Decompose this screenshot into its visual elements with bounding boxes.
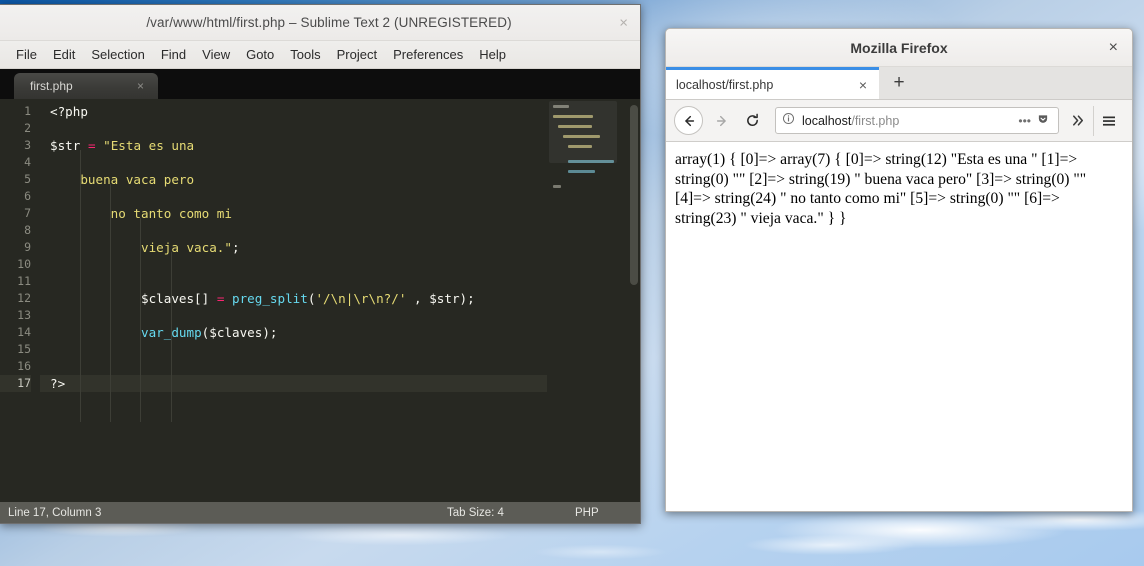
firefox-window-title: Mozilla Firefox xyxy=(850,39,948,56)
back-button[interactable] xyxy=(674,106,703,135)
browser-tab-label: localhost/first.php xyxy=(676,77,774,92)
url-text: localhost/first.php xyxy=(802,114,1015,128)
browser-viewport[interactable]: array(1) { [0]=> array(7) { [0]=> string… xyxy=(666,142,1132,511)
code-line-17: ?> xyxy=(40,375,547,392)
sublime-titlebar: /var/www/html/first.php – Sublime Text 2… xyxy=(0,5,640,41)
pocket-save-icon[interactable] xyxy=(1034,113,1052,128)
firefox-titlebar: Mozilla Firefox × xyxy=(666,29,1132,67)
editor-minimap[interactable] xyxy=(547,99,627,502)
forward-button[interactable] xyxy=(707,106,737,136)
reload-button[interactable] xyxy=(737,106,767,136)
sublime-statusbar: Line 17, Column 3 Tab Size: 4 PHP xyxy=(0,502,640,523)
editor-scrollbar[interactable] xyxy=(627,99,640,502)
menu-item-project[interactable]: Project xyxy=(329,45,385,64)
firefox-navigation-toolbar: localhost/first.php ••• xyxy=(666,100,1132,142)
menu-item-goto[interactable]: Goto xyxy=(238,45,282,64)
scrollbar-thumb[interactable] xyxy=(630,105,638,285)
code-line-12: $claves[] = preg_split('/\n|\r\n?/' , $s… xyxy=(50,291,475,306)
line-number: 1 xyxy=(24,104,31,118)
line-number: 4 xyxy=(24,155,31,169)
var-dump-output: array(1) { [0]=> array(7) { [0]=> string… xyxy=(675,151,1087,227)
code-line-3: $str = "Esta es una xyxy=(50,138,195,153)
tab-size-status[interactable]: Tab Size: 4 xyxy=(447,507,504,519)
line-number-gutter: 1 2 3 4 5 6 7 8 9 10 11 12 13 14 15 16 1… xyxy=(0,99,40,502)
line-number-active: 17 xyxy=(0,375,31,392)
line-number: 6 xyxy=(24,189,31,203)
menu-item-find[interactable]: Find xyxy=(153,45,194,64)
firefox-window: Mozilla Firefox × localhost/first.php × … xyxy=(665,28,1133,512)
line-number: 8 xyxy=(24,223,31,237)
new-tab-button[interactable]: + xyxy=(879,67,919,99)
editor-body: 1 2 3 4 5 6 7 8 9 10 11 12 13 14 15 16 1… xyxy=(0,99,640,502)
code-line-14: var_dump($claves); xyxy=(141,325,278,340)
close-icon[interactable]: × xyxy=(847,77,879,93)
menu-item-preferences[interactable]: Preferences xyxy=(385,45,471,64)
url-path: /first.php xyxy=(851,113,900,128)
line-number: 9 xyxy=(24,240,31,254)
line-number: 12 xyxy=(17,291,31,305)
site-info-icon[interactable] xyxy=(782,112,795,130)
close-icon[interactable]: × xyxy=(1109,39,1118,56)
menu-item-selection[interactable]: Selection xyxy=(83,45,152,64)
sublime-window-title: /var/www/html/first.php – Sublime Text 2… xyxy=(146,15,512,30)
code-line-7: no tanto como mi xyxy=(50,206,232,221)
url-host: localhost xyxy=(802,113,852,128)
overflow-menu-button[interactable] xyxy=(1063,106,1093,136)
menu-item-view[interactable]: View xyxy=(194,45,238,64)
editor-tab-first-php[interactable]: first.php × xyxy=(14,73,158,99)
line-number: 5 xyxy=(24,172,31,186)
line-number: 14 xyxy=(17,325,31,339)
sublime-text-window: /var/www/html/first.php – Sublime Text 2… xyxy=(0,4,641,524)
close-icon[interactable]: × xyxy=(129,79,158,93)
menu-item-edit[interactable]: Edit xyxy=(45,45,83,64)
hamburger-menu-button[interactable] xyxy=(1093,105,1124,136)
code-line-5: buena vaca pero xyxy=(50,172,195,187)
menu-item-help[interactable]: Help xyxy=(471,45,514,64)
language-status[interactable]: PHP xyxy=(575,507,599,519)
line-number: 16 xyxy=(17,359,31,373)
line-number: 11 xyxy=(17,274,31,288)
firefox-tabstrip: localhost/first.php × + xyxy=(666,67,1132,100)
code-area[interactable]: <?php $str = "Esta es una buena vaca per… xyxy=(40,99,547,502)
code-line-1: <?php xyxy=(50,104,88,119)
close-icon[interactable]: × xyxy=(619,15,628,30)
cursor-position-status: Line 17, Column 3 xyxy=(8,506,102,519)
sublime-menubar: File Edit Selection Find View Goto Tools… xyxy=(0,41,640,69)
code-line-9: vieja vaca."; xyxy=(50,240,240,255)
line-number: 10 xyxy=(17,257,31,271)
line-number: 2 xyxy=(24,121,31,135)
page-actions-icon[interactable]: ••• xyxy=(1015,114,1034,128)
url-bar[interactable]: localhost/first.php ••• xyxy=(775,107,1059,134)
menu-item-tools[interactable]: Tools xyxy=(282,45,328,64)
browser-tab-localhost[interactable]: localhost/first.php × xyxy=(666,67,879,99)
minimap-viewport[interactable] xyxy=(549,101,617,163)
editor-tab-label: first.php xyxy=(30,79,73,93)
sublime-tabstrip: first.php × xyxy=(0,69,640,99)
line-number: 13 xyxy=(17,308,31,322)
line-number: 15 xyxy=(17,342,31,356)
desktop-wallpaper: /var/www/html/first.php – Sublime Text 2… xyxy=(0,0,1144,566)
line-number: 3 xyxy=(24,138,31,152)
line-number: 7 xyxy=(24,206,31,220)
menu-item-file[interactable]: File xyxy=(8,45,45,64)
